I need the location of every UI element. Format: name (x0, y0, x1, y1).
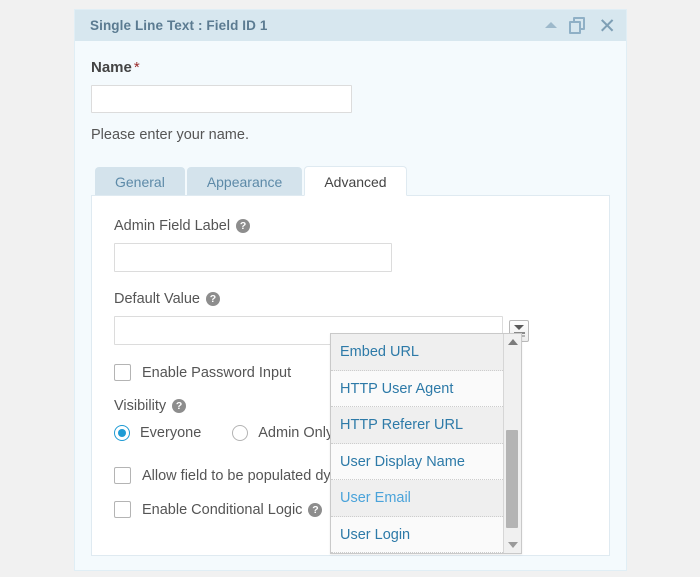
scroll-up-arrow-icon[interactable] (504, 334, 521, 350)
panel-header: Single Line Text : Field ID 1 ✕ (75, 10, 626, 41)
merge-tag-item-user-login[interactable]: User Login (331, 516, 503, 553)
merge-tag-item-http-referer-url[interactable]: HTTP Referer URL (331, 407, 503, 444)
enable-password-input-checkbox[interactable] (114, 364, 131, 381)
default-value-label-text: Default Value (114, 291, 200, 307)
merge-tag-item-embed-url[interactable]: Embed URL (331, 334, 503, 371)
enable-password-input-label: Enable Password Input (142, 364, 292, 381)
field-preview-input[interactable] (91, 85, 352, 113)
merge-tag-item-user-display-name[interactable]: User Display Name (331, 443, 503, 480)
enable-conditional-logic-checkbox[interactable] (114, 501, 131, 518)
panel-title: Single Line Text : Field ID 1 (90, 18, 268, 33)
tab-general[interactable]: General (95, 167, 185, 195)
tab-appearance[interactable]: Appearance (186, 167, 303, 195)
help-icon[interactable]: ? (205, 292, 220, 306)
help-icon[interactable]: ? (308, 502, 323, 517)
scrollbar-thumb[interactable] (506, 430, 518, 528)
visibility-option-admin-only[interactable]: Admin Only (232, 425, 333, 441)
help-icon[interactable]: ? (236, 219, 251, 233)
visibility-label-text: Visibility (114, 398, 167, 414)
merge-tag-dropdown[interactable]: Embed URL HTTP User Agent HTTP Referer U… (330, 333, 522, 554)
visibility-option-everyone[interactable]: Everyone (114, 425, 201, 441)
enable-conditional-logic-label: Enable Conditional Logic (142, 501, 303, 518)
tab-strip: General Appearance Advanced (91, 166, 610, 196)
scroll-down-arrow-icon[interactable] (504, 537, 521, 553)
panel-header-actions: ✕ (545, 15, 616, 36)
chevron-up-icon[interactable] (545, 22, 558, 29)
visibility-option-everyone-label: Everyone (140, 425, 202, 441)
admin-field-label-label: Admin Field Label ? (114, 218, 587, 234)
admin-field-label-input[interactable] (114, 243, 392, 272)
visibility-radio-admin-only[interactable] (232, 425, 249, 441)
merge-tag-list: Embed URL HTTP User Agent HTTP Referer U… (331, 334, 503, 553)
field-preview-label-text: Name (91, 59, 132, 76)
required-asterisk: * (133, 59, 140, 76)
admin-field-label-text: Admin Field Label (114, 218, 231, 234)
close-icon[interactable]: ✕ (598, 15, 616, 36)
visibility-option-admin-only-label: Admin Only (258, 425, 334, 441)
merge-tag-item-user-email[interactable]: User Email (331, 480, 503, 517)
default-value-label: Default Value ? (114, 291, 587, 307)
tab-advanced[interactable]: Advanced (304, 166, 407, 196)
duplicate-icon[interactable] (569, 16, 586, 35)
merge-tag-item-http-user-agent[interactable]: HTTP User Agent (331, 370, 503, 407)
merge-tag-scrollbar[interactable] (503, 334, 521, 553)
help-icon[interactable]: ? (172, 399, 187, 413)
visibility-radio-everyone[interactable] (114, 425, 130, 441)
admin-field-label-group: Admin Field Label ? (114, 218, 587, 272)
field-preview-label: Name * (91, 59, 610, 76)
allow-dynamic-population-checkbox[interactable] (114, 467, 131, 484)
field-preview-description: Please enter your name. (91, 127, 249, 143)
